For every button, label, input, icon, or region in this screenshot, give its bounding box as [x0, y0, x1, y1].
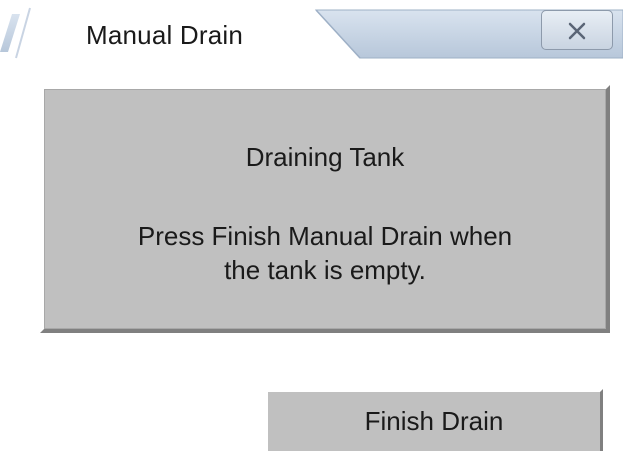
tab-manual-drain[interactable]: Manual Drain [86, 20, 243, 51]
close-button[interactable] [541, 10, 613, 50]
message-panel: Draining Tank Press Finish Manual Drain … [40, 85, 610, 333]
instruction-line-1: Press Finish Manual Drain when [137, 221, 513, 251]
finish-drain-button[interactable]: Finish Drain [265, 389, 603, 451]
window-title-bar: Manual Drain [0, 0, 623, 70]
instruction-line-2: the tank is empty. [224, 255, 426, 285]
close-x-icon [568, 22, 586, 40]
panel-heading: Draining Tank [245, 142, 405, 172]
instruction-message: Press Finish Manual Drain when the tank … [44, 219, 606, 287]
